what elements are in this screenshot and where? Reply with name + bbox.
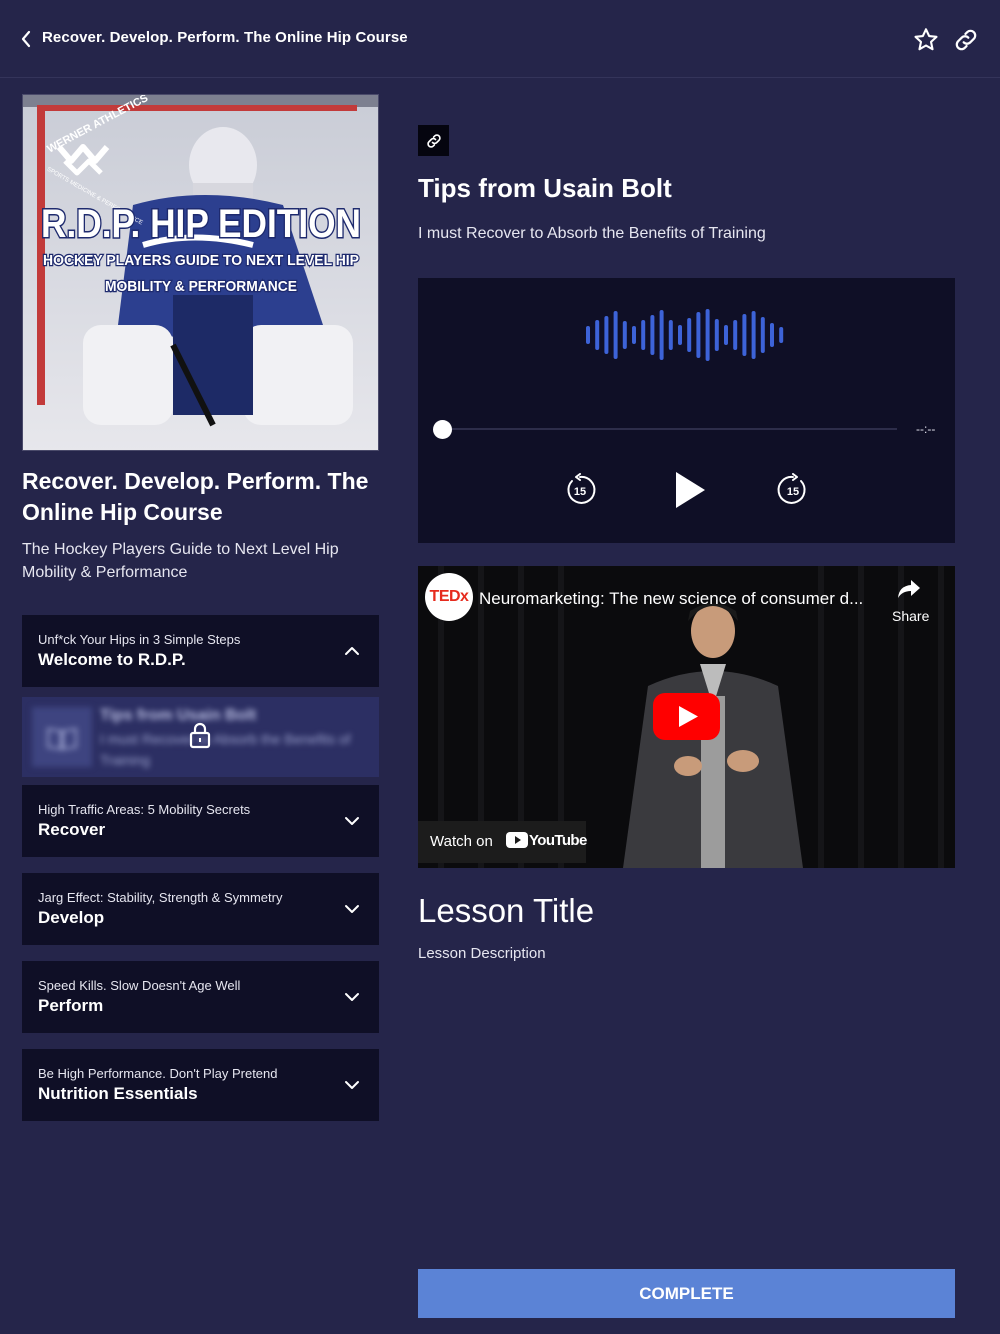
section-develop[interactable]: Jarg Effect: Stability, Strength & Symme…: [22, 873, 379, 945]
section-perform[interactable]: Speed Kills. Slow Doesn't Age Well Perfo…: [22, 961, 379, 1033]
waveform-bar: [595, 320, 600, 350]
play-button[interactable]: [672, 470, 708, 510]
lock-icon: [189, 722, 211, 749]
share-arrow-icon: [898, 580, 920, 598]
channel-avatar[interactable]: TEDx: [425, 573, 473, 621]
tedx-logo: TEDx: [429, 588, 469, 605]
youtube-play-button[interactable]: [653, 693, 720, 740]
skip-forward-button[interactable]: 15: [776, 473, 810, 507]
lesson-placeholder-description: Lesson Description: [418, 945, 546, 962]
section-title: Welcome to R.D.P.: [38, 650, 186, 669]
waveform-bar: [779, 327, 784, 343]
waveform-bar: [714, 319, 719, 351]
chevron-left-icon: [21, 30, 31, 48]
link-icon: [955, 29, 977, 51]
section-title: Perform: [38, 996, 104, 1015]
audio-time: --:--: [916, 422, 936, 436]
star-icon: [914, 28, 938, 51]
skip-back-label: 15: [574, 486, 586, 498]
waveform-bar: [622, 321, 627, 349]
audio-progress-track[interactable]: [443, 428, 897, 430]
lesson-heading: Tips from Usain Bolt: [418, 173, 672, 203]
waveform-bar: [659, 310, 664, 360]
chevron-down-icon: [345, 993, 359, 1001]
complete-button[interactable]: COMPLETE: [418, 1269, 955, 1318]
chevron-up-icon: [345, 647, 359, 655]
skip-back-button[interactable]: 15: [563, 473, 597, 507]
watch-on-youtube-button[interactable]: Watch on YouTube: [418, 821, 587, 863]
back-button[interactable]: [14, 26, 38, 52]
audio-waveform: [586, 309, 784, 361]
waveform-bar: [751, 311, 756, 359]
video-share-label: Share: [892, 608, 930, 624]
waveform-bar: [760, 317, 765, 353]
watch-on-label: Watch on: [430, 833, 493, 850]
page-title: Recover. Develop. Perform. The Online Hi…: [42, 29, 408, 46]
section-kicker: Jarg Effect: Stability, Strength & Symme…: [38, 890, 283, 905]
course-title: Recover. Develop. Perform. The Online Hi…: [22, 468, 369, 525]
waveform-bar: [724, 325, 728, 345]
play-icon: [676, 472, 705, 508]
waveform-bar: [742, 314, 747, 356]
cover-headline: R.D.P. HIP EDITION: [41, 202, 361, 246]
section-kicker: Unf*ck Your Hips in 3 Simple Steps: [38, 632, 241, 647]
section-kicker: Speed Kills. Slow Doesn't Age Well: [38, 978, 241, 993]
lesson-link-button[interactable]: [418, 125, 449, 156]
section-welcome[interactable]: Unf*ck Your Hips in 3 Simple Steps Welco…: [22, 615, 379, 687]
course-cover-image: WERNER ATHLETICS SPORTS MEDICINE & PERFO…: [22, 94, 379, 451]
section-title: Recover: [38, 820, 106, 839]
waveform-bar: [650, 315, 655, 355]
waveform-bar: [770, 323, 774, 347]
locked-lesson-item[interactable]: Tips from Usain Bolt I must Recover to A…: [22, 697, 379, 777]
lesson-subtitle: I must Recover to Absorb the Benefits of…: [418, 225, 766, 242]
section-kicker: Be High Performance. Don't Play Pretend: [38, 1066, 278, 1081]
video-title[interactable]: Neuromarketing: The new science of consu…: [479, 589, 863, 609]
waveform-bar: [705, 309, 710, 361]
locked-lesson-description: I must Recover to Absorb the Benefits of…: [100, 731, 351, 768]
waveform-bar: [687, 318, 692, 352]
chevron-down-icon: [345, 1081, 359, 1089]
waveform-bar: [613, 311, 618, 359]
rewind-15-icon: 15: [567, 473, 596, 504]
locked-lesson-title: Tips from Usain Bolt: [100, 707, 257, 724]
section-recover[interactable]: High Traffic Areas: 5 Mobility Secrets R…: [22, 785, 379, 857]
audio-player: --:-- 15 15: [418, 278, 955, 543]
lesson-thumbnail: [32, 707, 92, 767]
course-subtitle: The Hockey Players Guide to Next Level H…: [22, 541, 339, 581]
waveform-bar: [604, 316, 609, 354]
section-title: Develop: [38, 908, 105, 927]
youtube-wordmark: YouTube: [529, 832, 587, 849]
waveform-bar: [632, 326, 636, 344]
favorite-button[interactable]: [912, 26, 940, 54]
cover-tagline-2: MOBILITY & PERFORMANCE: [105, 278, 297, 295]
audio-scrubber-handle[interactable]: [433, 420, 452, 439]
video-embed[interactable]: TEDx Neuromarketing: The new science of …: [418, 566, 955, 868]
chevron-down-icon: [345, 817, 359, 825]
book-icon: [47, 727, 77, 751]
waveform-bar: [678, 325, 682, 345]
waveform-bar: [668, 320, 673, 350]
youtube-icon: [506, 832, 528, 848]
chevron-down-icon: [345, 905, 359, 913]
waveform-bar: [586, 326, 590, 344]
link-icon: [426, 133, 441, 148]
waveform-bar: [641, 320, 646, 350]
skip-forward-label: 15: [787, 486, 799, 498]
lesson-placeholder-title: Lesson Title: [418, 892, 595, 929]
section-title: Nutrition Essentials: [38, 1084, 198, 1103]
top-bar: Recover. Develop. Perform. The Online Hi…: [0, 0, 1000, 78]
waveform-bar: [733, 320, 738, 350]
waveform-bar: [696, 312, 701, 358]
section-kicker: High Traffic Areas: 5 Mobility Secrets: [38, 802, 251, 817]
section-nutrition[interactable]: Be High Performance. Don't Play Pretend …: [22, 1049, 379, 1121]
cover-tagline-1: HOCKEY PLAYERS GUIDE TO NEXT LEVEL HIP: [43, 252, 359, 269]
share-link-button[interactable]: [952, 26, 980, 54]
youtube-play-icon: [653, 693, 720, 740]
forward-15-icon: 15: [777, 473, 806, 504]
